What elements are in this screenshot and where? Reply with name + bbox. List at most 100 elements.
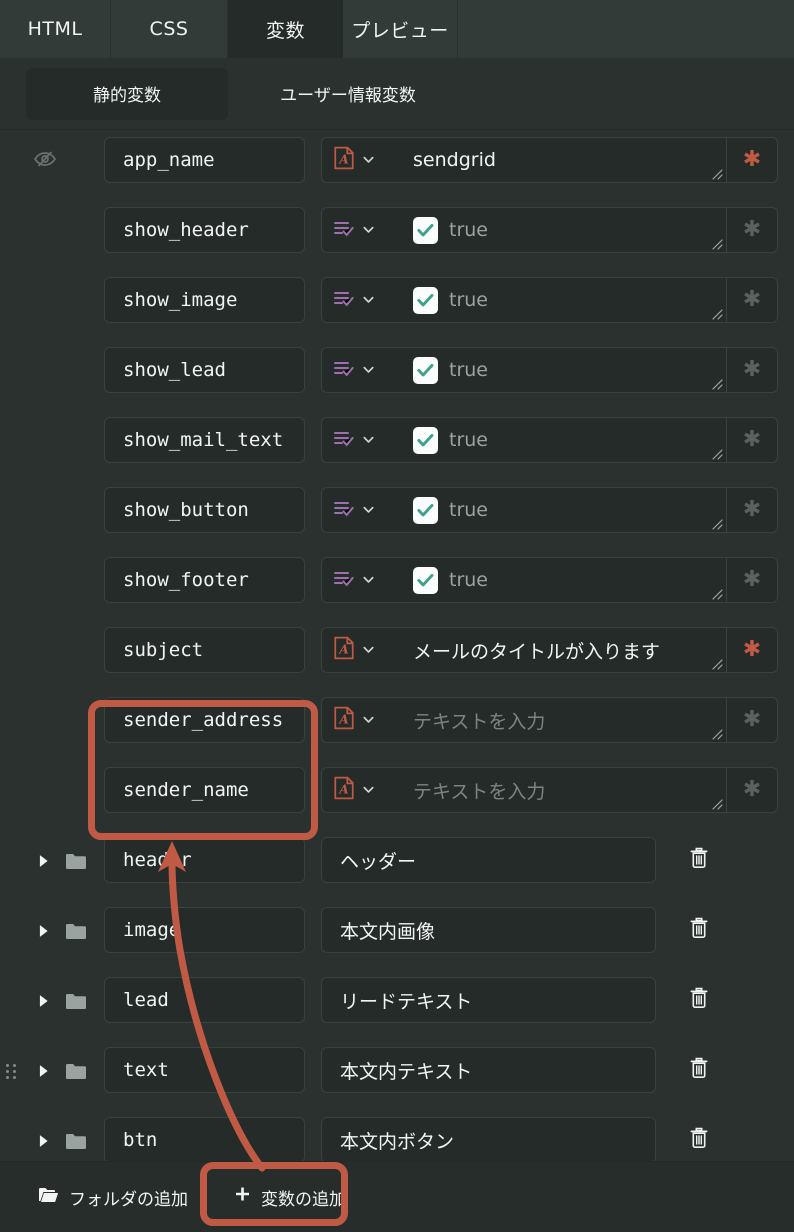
text-type-icon: A: [333, 706, 355, 734]
expand-caret-icon[interactable]: [34, 922, 52, 940]
variable-value-input[interactable]: true: [399, 347, 726, 393]
required-toggle[interactable]: ✱: [726, 557, 778, 603]
variable-name-input[interactable]: show_mail_text: [104, 417, 305, 463]
variable-type-select[interactable]: [321, 557, 399, 603]
subtab-user-info-variables[interactable]: ユーザー情報変数: [250, 68, 446, 120]
variable-type-select[interactable]: A: [321, 697, 399, 743]
folder-icon: [65, 1062, 87, 1080]
folder-description-input[interactable]: 本文内ボタン: [321, 1117, 656, 1163]
variable-row: sender_name A テキストを入力 ✱: [0, 763, 794, 819]
variable-value-input[interactable]: true: [399, 277, 726, 323]
variable-name-input[interactable]: show_image: [104, 277, 305, 323]
variable-name-input[interactable]: sender_name: [104, 767, 305, 813]
variable-name-input[interactable]: subject: [104, 627, 305, 673]
folder-row: lead リードテキスト: [0, 973, 794, 1029]
variable-name-input[interactable]: show_lead: [104, 347, 305, 393]
variable-value-input[interactable]: true: [399, 417, 726, 463]
required-toggle[interactable]: ✱: [726, 767, 778, 813]
variable-value-input[interactable]: テキストを入力: [399, 697, 726, 743]
variable-row: show_mail_text true ✱: [0, 413, 794, 469]
folder-name-input[interactable]: text: [104, 1047, 305, 1093]
required-toggle[interactable]: ✱: [726, 137, 778, 183]
add-folder-button[interactable]: フォルダの追加: [22, 1175, 204, 1219]
required-toggle[interactable]: ✱: [726, 487, 778, 533]
variable-name-input[interactable]: show_footer: [104, 557, 305, 603]
trash-icon: [689, 1127, 709, 1153]
variable-type-select[interactable]: [321, 417, 399, 463]
folder-description-input[interactable]: リードテキスト: [321, 977, 656, 1023]
required-toggle[interactable]: ✱: [726, 627, 778, 673]
value-checkbox[interactable]: [413, 496, 438, 524]
folder-name-input[interactable]: header: [104, 837, 305, 883]
chevron-down-icon: [362, 781, 375, 800]
variable-value-input[interactable]: メールのタイトルが入ります: [399, 627, 726, 673]
variable-type-select[interactable]: [321, 207, 399, 253]
subtab-static-variables[interactable]: 静的変数: [26, 67, 228, 120]
variable-value-input[interactable]: テキストを入力: [399, 767, 726, 813]
variable-value-input[interactable]: true: [399, 557, 726, 603]
expand-caret-icon[interactable]: [34, 992, 52, 1010]
expand-caret-icon[interactable]: [34, 1062, 52, 1080]
variable-type-select[interactable]: [321, 277, 399, 323]
variable-name-value: show_button: [123, 499, 249, 521]
variable-row: show_footer true ✱: [0, 553, 794, 609]
required-toggle[interactable]: ✱: [726, 347, 778, 393]
value-checkbox[interactable]: [413, 356, 438, 384]
required-marker: ✱: [742, 357, 762, 382]
drag-handle-icon[interactable]: [6, 1060, 20, 1082]
svg-text:A: A: [338, 712, 348, 726]
required-marker: ✱: [742, 427, 762, 452]
folder-icon: [65, 922, 87, 940]
variable-name-input[interactable]: show_button: [104, 487, 305, 533]
required-toggle[interactable]: ✱: [726, 697, 778, 743]
variable-type-select[interactable]: A: [321, 137, 399, 183]
required-toggle[interactable]: ✱: [726, 277, 778, 323]
text-type-icon: A: [333, 776, 355, 804]
folder-description-input[interactable]: 本文内画像: [321, 907, 656, 953]
eye-off-icon[interactable]: [0, 146, 58, 176]
tab-css[interactable]: CSS: [111, 0, 228, 58]
required-marker: ✱: [742, 777, 762, 802]
folder-row-gutter: [0, 903, 104, 959]
tab-preview[interactable]: プレビュー: [343, 0, 458, 58]
folder-name-input[interactable]: image: [104, 907, 305, 953]
trash-icon: [689, 847, 709, 873]
value-checkbox[interactable]: [413, 566, 438, 594]
folder-name-value: text: [123, 1059, 169, 1081]
folder-name-input[interactable]: lead: [104, 977, 305, 1023]
variable-type-select[interactable]: A: [321, 627, 399, 673]
variable-value-input[interactable]: true: [399, 487, 726, 533]
variable-type-select[interactable]: [321, 347, 399, 393]
required-toggle[interactable]: ✱: [726, 207, 778, 253]
delete-folder-button[interactable]: [686, 916, 712, 944]
tab-css-label: CSS: [149, 18, 189, 40]
folder-name-value: image: [123, 919, 181, 941]
expand-caret-icon[interactable]: [34, 852, 52, 870]
delete-folder-button[interactable]: [686, 1056, 712, 1084]
folder-name-input[interactable]: btn: [104, 1117, 305, 1163]
variable-value-input[interactable]: sendgrid: [399, 137, 726, 183]
variable-name-input[interactable]: app_name: [104, 137, 305, 183]
value-checkbox[interactable]: [413, 286, 438, 314]
variable-name-input[interactable]: show_header: [104, 207, 305, 253]
tab-preview-label: プレビュー: [351, 19, 449, 42]
variable-value-text: true: [449, 429, 488, 451]
add-variable-button[interactable]: 変数の追加: [218, 1175, 362, 1219]
expand-caret-icon[interactable]: [34, 1132, 52, 1150]
variable-type-select[interactable]: A: [321, 767, 399, 813]
value-checkbox[interactable]: [413, 216, 438, 244]
value-checkbox[interactable]: [413, 426, 438, 454]
folder-description-input[interactable]: ヘッダー: [321, 837, 656, 883]
row-gutter: [0, 343, 104, 399]
variable-value-input[interactable]: true: [399, 207, 726, 253]
tab-variables[interactable]: 変数: [228, 0, 343, 58]
tab-html[interactable]: HTML: [0, 0, 111, 58]
delete-folder-button[interactable]: [686, 846, 712, 874]
variable-name-input[interactable]: sender_address: [104, 697, 305, 743]
required-toggle[interactable]: ✱: [726, 417, 778, 463]
variable-value-group: true ✱: [321, 417, 778, 463]
folder-description-input[interactable]: 本文内テキスト: [321, 1047, 656, 1093]
delete-folder-button[interactable]: [686, 1126, 712, 1154]
delete-folder-button[interactable]: [686, 986, 712, 1014]
variable-type-select[interactable]: [321, 487, 399, 533]
